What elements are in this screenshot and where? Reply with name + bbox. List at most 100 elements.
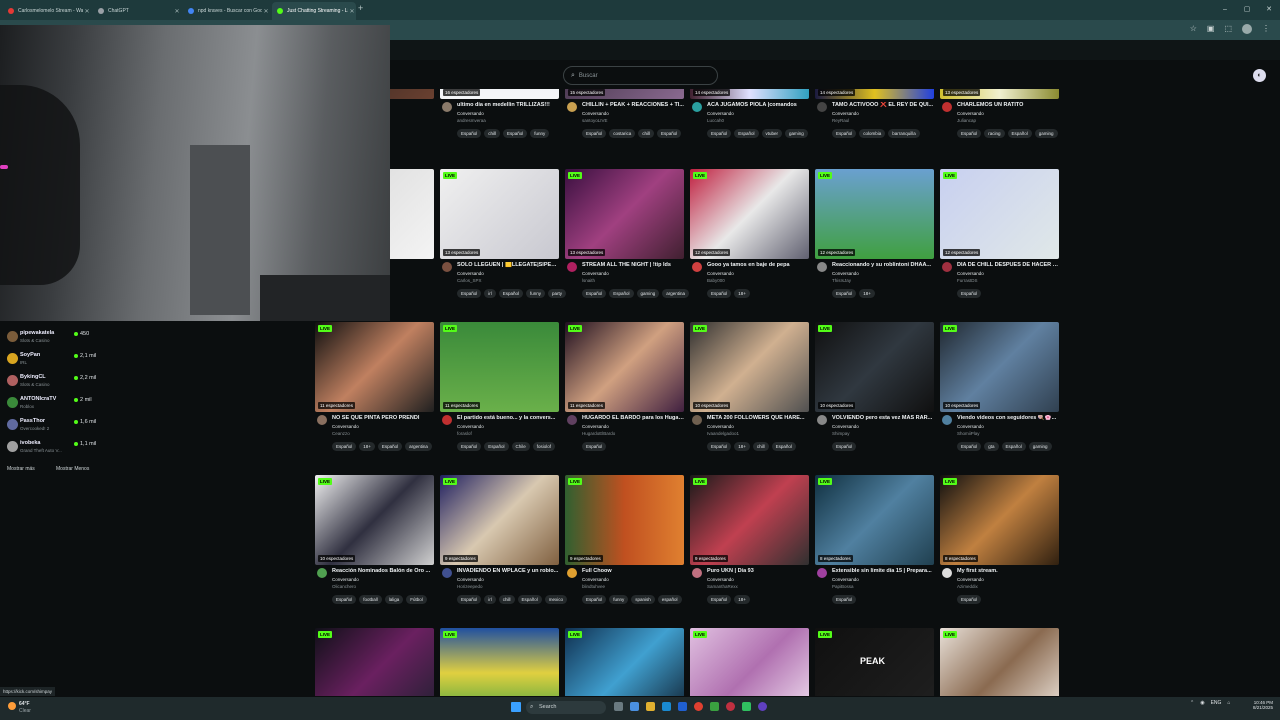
stream-title[interactable]: Gooo ya tamos en baje de pepa [707,262,809,268]
stream-category[interactable]: Conversando [332,424,359,429]
tag-chip[interactable]: costarica [609,129,636,138]
streamer-name[interactable]: Juliancap [957,118,976,123]
tag-chip[interactable]: Español [484,442,509,451]
tag-chip[interactable]: Español [582,442,607,451]
stream-thumbnail[interactable]: LIVE 13 espectadores [565,169,684,259]
stream-category[interactable]: Conversando [457,111,484,116]
stream-title[interactable]: Full Choow [582,568,684,574]
tag-chip[interactable]: español [657,595,682,604]
tag-chip[interactable]: Español [657,129,682,138]
tag-chip[interactable]: football [359,595,382,604]
edge-browser-icon[interactable] [630,702,639,711]
stream-category[interactable]: Conversando [707,577,734,582]
stream-thumbnail[interactable]: LIVE 10 espectadores [690,322,809,412]
tag-chip[interactable]: Español [1001,442,1026,451]
streamer-name[interactable]: andresmveraa [457,118,486,123]
stream-category[interactable]: Conversando [707,271,734,276]
tag-chip[interactable]: chill [484,129,501,138]
stream-category[interactable]: Conversando [332,577,359,582]
streamer-avatar[interactable] [442,262,452,272]
streamer-avatar[interactable] [567,568,577,578]
stream-category[interactable]: Conversando [457,577,484,582]
tag-chip[interactable]: Español [957,595,982,604]
stream-title[interactable]: CHARLEMOS UN RATITO [957,102,1059,108]
search-input[interactable]: ⌕ Buscar [563,66,718,85]
streamer-avatar[interactable] [567,102,577,112]
streamer-name[interactable]: ReyRaul [832,118,849,123]
streamer-avatar[interactable] [817,568,827,578]
streamer-avatar[interactable] [442,568,452,578]
streamer-avatar[interactable] [942,568,952,578]
user-avatar-icon[interactable]: ◐ [1253,69,1266,82]
stream-thumbnail[interactable]: LIVE 11 espectadores [440,322,559,412]
stream-thumbnail[interactable]: LIVE 12 espectadores [690,169,809,259]
tag-chip[interactable]: chill [752,442,769,451]
stream-title[interactable]: HUGARDO EL BARDO para los Hugar... [582,415,684,421]
tag-chip[interactable]: gaming [636,289,660,298]
tag-chip[interactable]: gaming [785,129,808,138]
streamer-name[interactable]: Ceanzzo [332,431,350,436]
stream-category[interactable]: Conversando [457,271,484,276]
streamer-avatar[interactable] [942,262,952,272]
tag-chip[interactable]: chill [498,595,515,604]
streamer-avatar[interactable] [817,415,827,425]
tag-chip[interactable]: Español [457,289,482,298]
sidebar-channel[interactable]: ivobeka Grand Theft Auto V... 1,1 mil [0,437,100,459]
streamer-avatar[interactable] [442,415,452,425]
bookmark-star-icon[interactable]: ☆ [1190,24,1197,34]
stream-category[interactable]: Conversando [832,111,859,116]
tag-chip[interactable]: Español [957,442,982,451]
tag-chip[interactable]: Español [707,289,732,298]
streamer-avatar[interactable] [817,262,827,272]
close-window-button[interactable]: ✕ [1258,0,1280,20]
tag-chip[interactable]: argentina [662,289,690,298]
stream-category[interactable]: Conversando [957,577,984,582]
windows-start-icon[interactable] [511,702,521,712]
network-icon[interactable]: ⌂ [1227,700,1230,706]
stream-thumbnail[interactable]: 16 espectadores [440,89,559,99]
minimize-button[interactable]: – [1214,0,1236,20]
tag-chip[interactable]: 18+ [734,289,750,298]
tag-chip[interactable]: Español [332,442,357,451]
stream-thumbnail[interactable]: LIVE 9 espectadores [690,475,809,565]
tag-chip[interactable]: Español [957,129,982,138]
stream-category[interactable]: Conversando [957,424,984,429]
streamer-name[interactable]: Azimeddix [957,584,978,589]
streamer-name[interactable]: Horizeepedo [457,584,483,589]
streamer-avatar[interactable] [942,415,952,425]
tag-chip[interactable]: irl [484,289,496,298]
streamer-avatar[interactable] [567,415,577,425]
tag-chip[interactable]: Español [457,129,482,138]
task-view-icon[interactable] [614,702,623,711]
tag-chip[interactable]: Español [771,442,796,451]
tag-chip[interactable]: Español [707,442,732,451]
stream-category[interactable]: Conversando [832,271,859,276]
tag-chip[interactable]: spanish [631,595,655,604]
stream-title[interactable]: DIA DE CHILL DESPUES DE HACER L... [957,262,1059,268]
app-icon[interactable] [726,702,735,711]
mail-icon[interactable] [678,702,687,711]
side-panel-icon[interactable]: ▣ [1207,24,1215,34]
new-tab-button[interactable]: + [358,3,363,13]
stream-thumbnail[interactable]: 14 espectadores [690,89,809,99]
stream-thumbnail[interactable]: LIVE 8 espectadores [940,475,1059,565]
tab-close-icon[interactable]: ✕ [348,8,356,15]
streamer-name[interactable]: SamanthaRexx [707,584,738,589]
file-explorer-icon[interactable] [646,702,655,711]
stream-title[interactable]: NO SE QUE PINTA PERO PRENDI [332,415,434,421]
streamer-name[interactable]: ShomiiPlay [957,431,980,436]
stream-category[interactable]: Conversando [957,111,984,116]
streamer-avatar[interactable] [692,568,702,578]
stream-thumbnail[interactable]: LIVE 13 espectadores [440,169,559,259]
stream-title[interactable]: STREAM ALL THE NIGHT | !tip lds [582,262,684,268]
taskbar-search-input[interactable]: ⌕ Search [526,701,606,714]
tag-chip[interactable]: Fútbol [406,595,427,604]
stream-thumbnail[interactable]: LIVE PEAK [815,628,934,696]
stream-title[interactable]: TAMO ACTIVOOO ❌ EL REY DE QUI... [832,102,934,108]
app-icon[interactable] [742,702,751,711]
tag-chip[interactable]: Español [517,595,542,604]
stream-category[interactable]: Conversando [582,271,609,276]
tag-chip[interactable]: Español [707,129,732,138]
stream-category[interactable]: Conversando [707,111,734,116]
tag-chip[interactable]: Español [582,129,607,138]
